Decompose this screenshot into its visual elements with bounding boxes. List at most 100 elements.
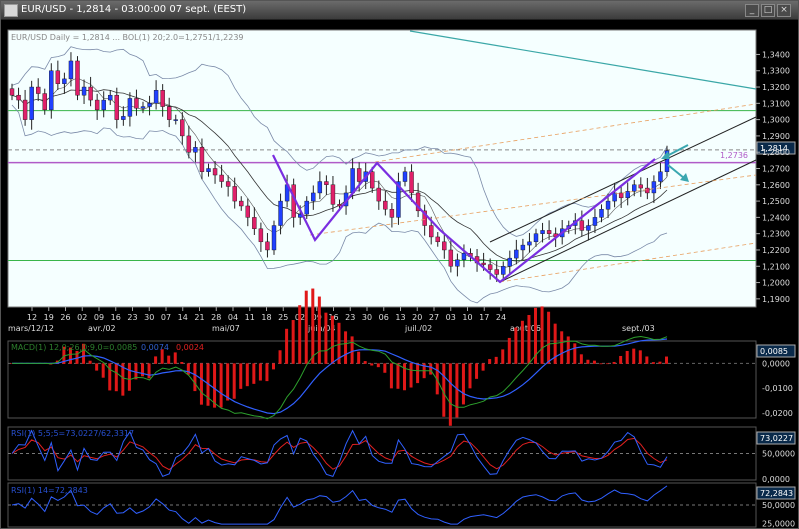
macd-histogram-bar — [219, 363, 223, 408]
macd-histogram-bar — [258, 363, 262, 381]
candle-up — [317, 181, 323, 194]
candle-up — [586, 225, 591, 231]
price-panel: EUR/USD Daily = 1,2814 ... BOL(1) 20;2.0… — [7, 29, 796, 333]
candle-down — [232, 186, 237, 202]
candle-down — [448, 249, 454, 267]
macd-histogram-bar — [180, 361, 184, 364]
candle-up — [592, 217, 598, 226]
candle-up — [625, 191, 630, 199]
macd-histogram-bar — [658, 361, 662, 364]
macd-histogram-bar — [324, 312, 328, 364]
candle-up — [632, 184, 637, 192]
candle-up — [651, 181, 657, 194]
candle-down — [409, 171, 414, 194]
candle-up — [304, 200, 309, 215]
candle-down — [638, 184, 643, 189]
macd-histogram-bar — [141, 363, 144, 377]
candle-up — [206, 168, 211, 172]
macd-legend: MACD(1) 12,0;26,0;9,0=0,0085 — [11, 343, 137, 352]
macd-histogram-bar — [167, 355, 171, 364]
candle-down — [481, 262, 486, 265]
macd-histogram-bar — [416, 363, 420, 384]
macd-histogram-bar — [370, 363, 374, 366]
macd-histogram-bar — [298, 305, 302, 364]
macd-y-tick-label: -0,0200 — [762, 409, 793, 418]
macd-histogram-bar — [592, 360, 596, 364]
price-y-tick-label: 1,3400 — [762, 50, 790, 59]
price-y-tick-label: 1,2100 — [762, 262, 790, 271]
macd-histogram-bar — [357, 351, 361, 364]
macd-histogram-bar — [199, 363, 203, 405]
price-x-tick-label: 26 — [60, 313, 70, 322]
macd-histogram-bar — [272, 363, 275, 370]
rsi-stoch-panel: RSI(1) 5;5;5=73,0227/62,3317 73,0227 50,… — [7, 426, 796, 484]
macd-histogram-bar — [193, 363, 197, 392]
candle-down — [94, 99, 100, 111]
rsi-stoch-legend: RSI(1) 5;5;5=73,0227/62,3317 — [11, 429, 134, 438]
candle-down — [55, 70, 61, 84]
candle-down — [389, 209, 395, 218]
macd-histogram-bar — [501, 349, 505, 364]
macd-histogram-bar — [311, 288, 315, 364]
candle-down — [225, 181, 231, 187]
candle-down — [265, 241, 270, 251]
price-x-tick-label: 27 — [429, 313, 439, 322]
price-x-month-label: mai/07 — [212, 324, 240, 333]
rsi-stoch-y-axis: 50,0000 0,0000 — [762, 450, 795, 484]
macd-histogram-bar — [475, 363, 479, 379]
macd-histogram-bar — [154, 356, 158, 364]
price-y-tick-label: 1,2000 — [762, 279, 790, 288]
macd-histogram-bar — [606, 363, 610, 365]
price-y-tick-label: 1,3100 — [762, 99, 790, 108]
candle-down — [494, 269, 499, 275]
price-y-tick-label: 1,2900 — [762, 132, 790, 141]
macd-histogram-bar — [625, 350, 629, 364]
price-x-tick-label: 03 — [446, 313, 456, 322]
price-y-tick-label: 1,1900 — [762, 295, 790, 304]
price-x-tick-label: 02 — [77, 313, 87, 322]
candle-up — [599, 209, 604, 218]
candle-up — [101, 99, 106, 111]
macd-y-tick-label: 0,0000 — [762, 359, 790, 368]
price-x-tick-label: 25 — [278, 313, 288, 322]
candle-up — [520, 244, 526, 251]
macd-histogram-bar — [344, 331, 348, 364]
candle-up — [62, 78, 67, 84]
candle-down — [134, 98, 139, 109]
macd-panel: MACD(1) 12,0;26,0;9,0=0,0085 0,0074 0,00… — [7, 288, 796, 426]
price-x-tick-label: 09 — [94, 313, 104, 322]
macd-histogram-bar — [213, 363, 217, 408]
candle-down — [376, 187, 381, 202]
macd-histogram-bar — [461, 363, 465, 405]
candle-down — [16, 94, 21, 101]
macd-histogram-bar — [363, 361, 367, 364]
price-x-month-label: avr./02 — [88, 324, 116, 333]
candle-up — [81, 86, 87, 96]
candle-down — [356, 168, 362, 182]
macd-histogram-bar — [507, 337, 511, 364]
rsi-stoch-y-tick-label: 50,0000 — [762, 450, 795, 459]
price-x-tick-label: 17 — [479, 313, 489, 322]
price-y-tick-label: 1,2700 — [762, 165, 790, 174]
candle-up — [108, 94, 113, 101]
price-x-tick-label: 19 — [44, 313, 54, 322]
macd-histogram-bar — [645, 356, 649, 364]
candle-down — [645, 187, 650, 194]
candle-down — [180, 119, 185, 137]
macd-histogram-bar — [278, 350, 282, 364]
price-x-month-label: mars/12/12 — [8, 324, 54, 333]
candle-down — [618, 192, 624, 199]
rsi-y-tick-label: 25,0000 — [762, 519, 795, 528]
macd-histogram-bar — [547, 311, 551, 364]
candle-down — [435, 236, 440, 243]
candle-down — [9, 88, 15, 96]
macd-y-tick-label: -0,0100 — [762, 384, 793, 393]
candle-down — [245, 205, 251, 218]
rsi-value-label: 72,2843 — [760, 489, 793, 498]
macd-histogram-bar — [304, 290, 308, 364]
price-x-tick-label: 28 — [211, 313, 221, 322]
candle-down — [252, 217, 257, 229]
price-x-tick-label: 30 — [362, 313, 372, 322]
price-legend: EUR/USD Daily = 1,2814 ... BOL(1) 20;2.0… — [11, 33, 244, 42]
candle-down — [75, 60, 80, 96]
